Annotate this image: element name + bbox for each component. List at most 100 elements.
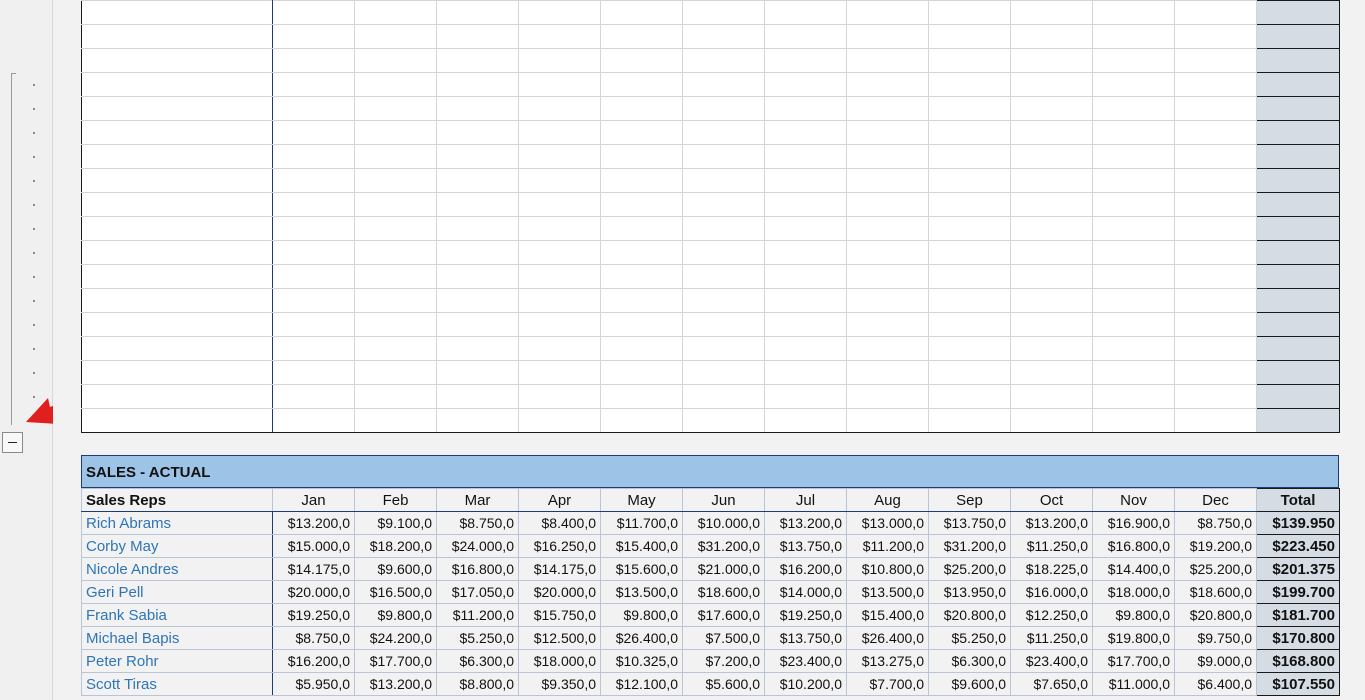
grid-cell[interactable] [354,216,437,241]
grid-cell[interactable] [764,288,847,313]
grid-cell[interactable] [354,192,437,217]
row-total-cell[interactable]: $181.700 [1256,603,1340,627]
sales-rep-name[interactable]: Frank Sabia [81,603,273,627]
grid-cell[interactable] [682,288,765,313]
grid-cell[interactable] [600,240,683,265]
grid-cell[interactable] [928,216,1011,241]
grid-cell[interactable] [1010,168,1093,193]
sales-value-cell[interactable]: $7.700,0 [846,672,929,696]
sales-value-cell[interactable]: $13.500,0 [600,580,683,604]
sales-value-cell[interactable]: $26.400,0 [600,626,683,650]
grid-cell[interactable] [1092,336,1175,361]
grid-cell[interactable] [272,384,355,409]
grid-cell[interactable] [600,0,683,25]
grid-cell[interactable] [1256,48,1340,73]
grid-cell[interactable] [764,264,847,289]
grid-cell[interactable] [928,360,1011,385]
grid-cell[interactable] [846,0,929,25]
grid-cell[interactable] [928,24,1011,49]
grid-cell[interactable] [928,96,1011,121]
month-header-apr[interactable]: Apr [518,488,601,512]
grid-cell[interactable] [600,168,683,193]
grid-cell[interactable] [81,120,273,145]
row-total-cell[interactable]: $199.700 [1256,580,1340,604]
grid-cell[interactable] [518,144,601,169]
grid-cell[interactable] [354,72,437,97]
grid-cell[interactable] [81,72,273,97]
grid-cell[interactable] [600,192,683,217]
grid-cell[interactable] [928,288,1011,313]
sales-value-cell[interactable]: $18.000,0 [1092,580,1175,604]
empty-grid-table[interactable] [81,0,1340,433]
grid-cell[interactable] [1174,288,1257,313]
grid-cell[interactable] [764,408,847,433]
grid-cell[interactable] [354,120,437,145]
grid-cell[interactable] [272,264,355,289]
grid-cell[interactable] [1092,24,1175,49]
grid-cell[interactable] [1174,96,1257,121]
grid-cell[interactable] [1174,144,1257,169]
sales-value-cell[interactable]: $9.750,0 [1174,626,1257,650]
sales-value-cell[interactable]: $12.100,0 [600,672,683,696]
sales-value-cell[interactable]: $15.600,0 [600,557,683,581]
grid-cell[interactable] [354,288,437,313]
sales-value-cell[interactable]: $17.700,0 [1092,649,1175,673]
grid-cell[interactable] [518,216,601,241]
grid-cell[interactable] [1010,144,1093,169]
grid-cell[interactable] [682,360,765,385]
sales-value-cell[interactable]: $26.400,0 [846,626,929,650]
grid-cell[interactable] [518,360,601,385]
grid-cell[interactable] [928,72,1011,97]
grid-cell[interactable] [600,384,683,409]
sales-value-cell[interactable]: $10.000,0 [682,511,765,535]
grid-cell[interactable] [272,168,355,193]
grid-cell[interactable] [272,0,355,25]
grid-cell[interactable] [600,24,683,49]
grid-cell[interactable] [436,312,519,337]
sales-value-cell[interactable]: $16.800,0 [436,557,519,581]
grid-cell[interactable] [1256,264,1340,289]
grid-cell[interactable] [436,120,519,145]
sales-rep-name[interactable]: Nicole Andres [81,557,273,581]
sales-value-cell[interactable]: $13.750,0 [764,534,847,558]
grid-cell[interactable] [1174,48,1257,73]
grid-cell[interactable] [272,408,355,433]
row-total-cell[interactable]: $223.450 [1256,534,1340,558]
grid-cell[interactable] [600,288,683,313]
grid-cell[interactable] [682,312,765,337]
grid-cell[interactable] [81,288,273,313]
month-header-oct[interactable]: Oct [1010,488,1093,512]
grid-cell[interactable] [846,72,929,97]
sales-value-cell[interactable]: $16.200,0 [272,649,355,673]
grid-cell[interactable] [1010,120,1093,145]
sales-value-cell[interactable]: $9.600,0 [354,557,437,581]
sales-value-cell[interactable]: $13.950,0 [928,580,1011,604]
grid-cell[interactable] [1174,168,1257,193]
grid-cell[interactable] [1092,312,1175,337]
sales-value-cell[interactable]: $20.800,0 [1174,603,1257,627]
grid-cell[interactable] [436,384,519,409]
grid-cell[interactable] [518,120,601,145]
grid-cell[interactable] [928,144,1011,169]
grid-cell[interactable] [600,264,683,289]
grid-cell[interactable] [764,384,847,409]
grid-cell[interactable] [436,240,519,265]
grid-cell[interactable] [1174,192,1257,217]
sales-value-cell[interactable]: $24.200,0 [354,626,437,650]
sales-value-cell[interactable]: $14.400,0 [1092,557,1175,581]
grid-cell[interactable] [436,192,519,217]
grid-cell[interactable] [354,264,437,289]
grid-cell[interactable] [600,312,683,337]
grid-cell[interactable] [1092,48,1175,73]
sales-value-cell[interactable]: $19.200,0 [1174,534,1257,558]
grid-cell[interactable] [600,360,683,385]
sales-value-cell[interactable]: $11.700,0 [600,511,683,535]
grid-cell[interactable] [1092,72,1175,97]
grid-cell[interactable] [1174,360,1257,385]
grid-cell[interactable] [764,240,847,265]
grid-cell[interactable] [436,144,519,169]
grid-cell[interactable] [600,408,683,433]
sales-value-cell[interactable]: $7.650,0 [1010,672,1093,696]
grid-cell[interactable] [682,120,765,145]
sales-value-cell[interactable]: $9.600,0 [928,672,1011,696]
